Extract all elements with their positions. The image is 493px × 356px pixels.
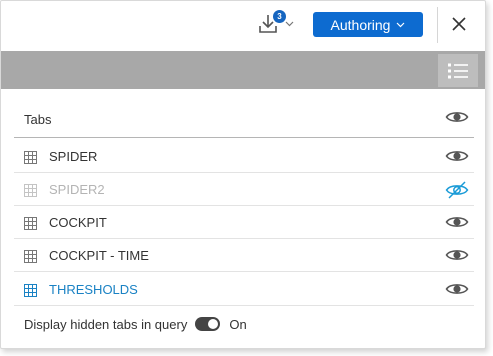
chevron-down-icon <box>285 21 294 27</box>
table-icon <box>24 250 37 263</box>
tab-row-thresholds[interactable]: THRESHOLDS <box>14 273 474 306</box>
chevron-down-icon <box>397 22 405 27</box>
tabs-title: Tabs <box>24 112 52 127</box>
toggle-state-label: On <box>229 316 247 332</box>
eye-icon[interactable] <box>445 214 471 232</box>
tab-label: SPIDER <box>49 149 98 164</box>
top-toolbar: 3 Authoring <box>1 1 485 51</box>
tab-row-cockpit[interactable]: COCKPIT <box>14 206 474 239</box>
eye-icon[interactable] <box>445 281 471 299</box>
tab-label: SPIDER2 <box>49 182 105 197</box>
tab-row-spider2[interactable]: SPIDER2 <box>14 173 474 206</box>
header-band <box>1 51 485 89</box>
tab-row-spider[interactable]: SPIDER <box>14 140 474 173</box>
close-icon <box>452 17 466 31</box>
authoring-button[interactable]: Authoring <box>313 12 423 37</box>
eye-icon[interactable] <box>445 148 471 166</box>
toolbar-divider <box>437 7 438 43</box>
close-button[interactable] <box>448 13 470 35</box>
eye-icon[interactable] <box>445 109 471 127</box>
download-count-badge: 3 <box>273 10 286 23</box>
tabs-section-header: Tabs <box>14 102 474 138</box>
download-icon: 3 <box>257 10 286 37</box>
table-icon <box>24 284 37 297</box>
tabs-panel: 3 Authoring Tabs SPIDER SPIDER2 COCKPIT … <box>0 0 486 349</box>
download-menu-button[interactable]: 3 <box>257 9 301 39</box>
tab-label: COCKPIT <box>49 215 107 230</box>
hidden-tabs-toggle[interactable] <box>195 317 221 331</box>
hidden-tabs-option: Display hidden tabs in query On <box>24 315 247 333</box>
eye-icon[interactable] <box>445 247 471 265</box>
authoring-button-label: Authoring <box>330 16 391 33</box>
eye-slash-icon[interactable] <box>445 181 471 199</box>
tab-label: COCKPIT - TIME <box>49 248 149 263</box>
table-icon <box>24 217 37 230</box>
list-view-button[interactable] <box>438 54 478 87</box>
table-icon <box>24 184 37 197</box>
table-icon <box>24 151 37 164</box>
tab-label: THRESHOLDS <box>49 282 138 297</box>
hidden-tabs-label: Display hidden tabs in query <box>24 316 188 332</box>
tab-row-cockpit-time[interactable]: COCKPIT - TIME <box>14 239 474 272</box>
list-view-icon <box>448 63 468 78</box>
toggle-knob <box>208 319 219 329</box>
